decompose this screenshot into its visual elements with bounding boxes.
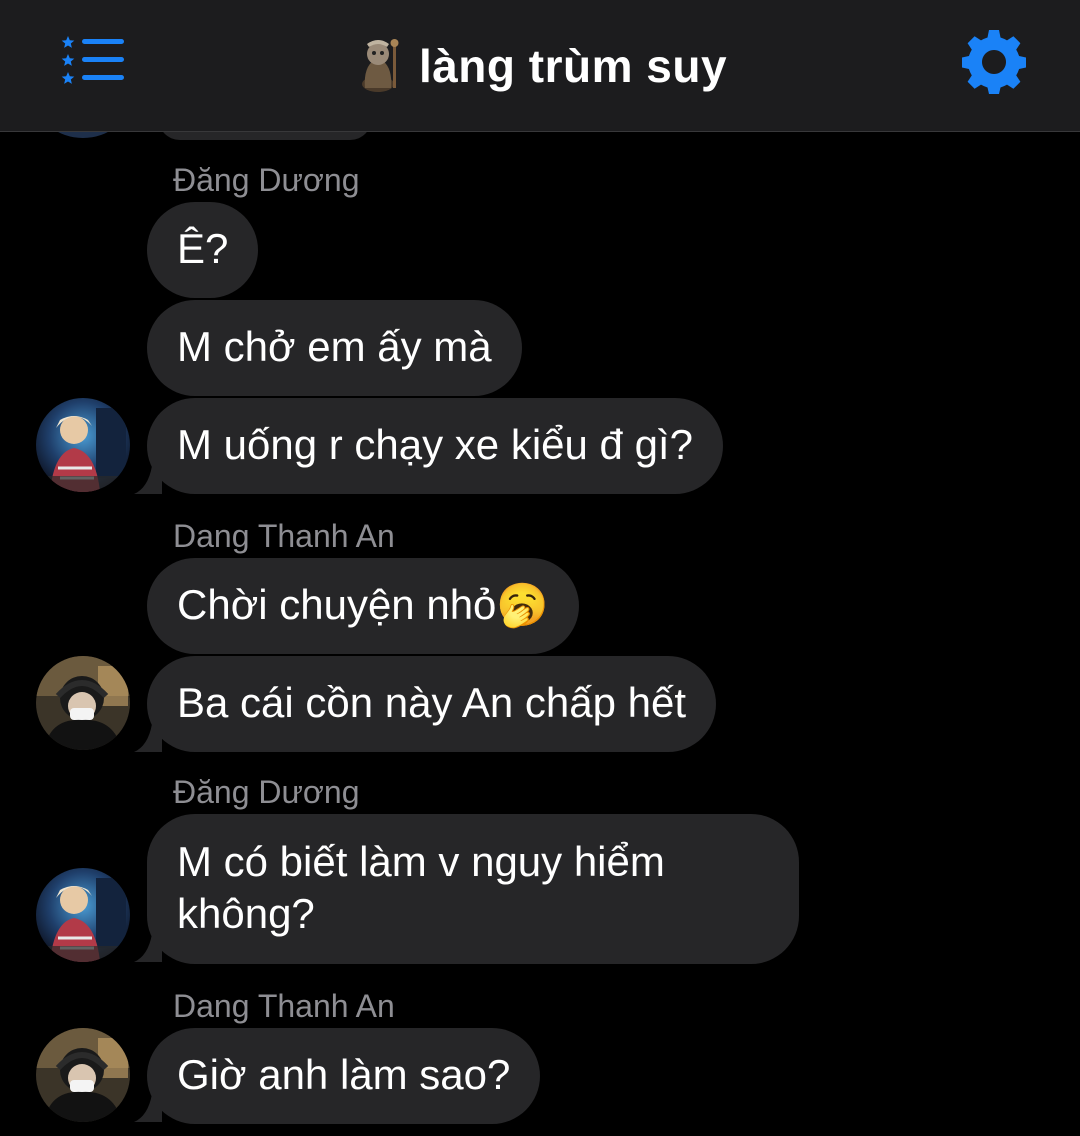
message-bubble[interactable]: Ba cái cồn này An chấp hết: [147, 656, 717, 752]
group-avatar-icon[interactable]: [353, 38, 403, 94]
bubble-tail: [134, 466, 162, 494]
sender-name: Đăng Dương: [173, 774, 360, 810]
list-star-icon[interactable]: [60, 34, 130, 88]
avatar-dang-duong[interactable]: [36, 398, 130, 492]
message-bubble[interactable]: M có biết làm v nguy hiểm không?: [147, 814, 799, 964]
sender-name: Dang Thanh An: [173, 518, 395, 554]
sender-name: Đăng Dương: [173, 162, 360, 198]
avatar-dang-duong[interactable]: [36, 868, 130, 962]
avatar-dang-thanh-an[interactable]: [36, 656, 130, 750]
gear-icon[interactable]: [962, 30, 1026, 94]
bubble-tail: [134, 934, 162, 962]
chat-header: làng trùm suy: [0, 0, 1080, 132]
message-bubble[interactable]: M chở em ấy mà: [147, 300, 522, 396]
sender-name: Dang Thanh An: [173, 988, 395, 1024]
avatar-dang-thanh-an[interactable]: [36, 1028, 130, 1122]
message-list[interactable]: Đăng Dương Ê? M chở em ấy mà M uống r ch…: [0, 0, 1080, 1136]
message-bubble[interactable]: Giờ anh làm sao?: [147, 1028, 541, 1124]
chat-title[interactable]: làng trùm suy: [419, 39, 727, 93]
message-bubble[interactable]: Ê?: [147, 202, 259, 298]
message-bubble[interactable]: M uống r chạy xe kiểu đ gì?: [147, 398, 723, 494]
message-bubble[interactable]: Chời chuyện nhỏ🥱: [147, 558, 579, 654]
bubble-tail: [134, 724, 162, 752]
bubble-tail: [134, 1094, 162, 1122]
